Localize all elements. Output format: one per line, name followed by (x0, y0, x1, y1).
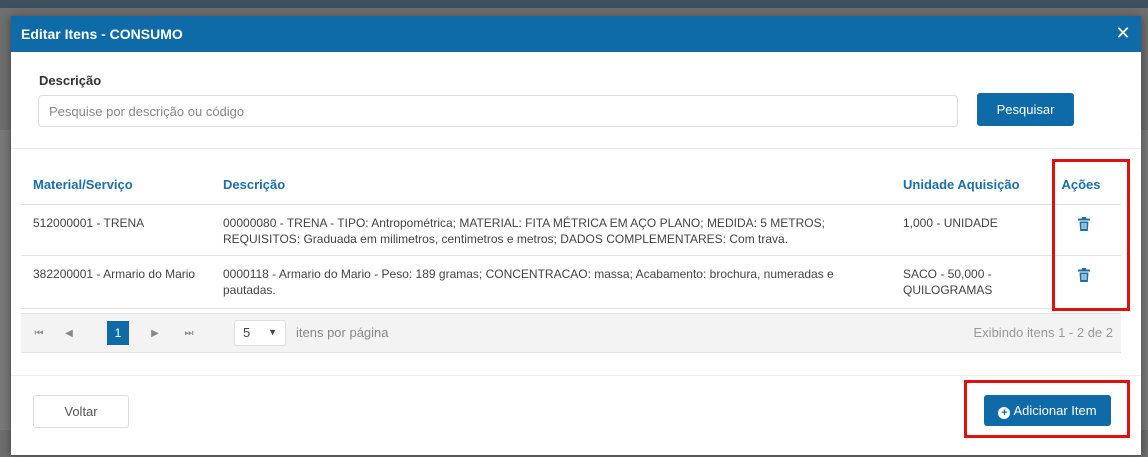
cell-actions (1041, 204, 1121, 256)
table-row: 382200001 - Armario do Mario 0000118 - A… (21, 255, 1121, 309)
prev-page-icon[interactable]: ◀ (59, 324, 79, 344)
background-left-strip (0, 130, 10, 430)
search-button[interactable]: Pesquisar (977, 93, 1074, 126)
modal-title: Editar Itens - CONSUMO (21, 26, 183, 42)
cell-actions (1041, 255, 1121, 309)
divider (11, 375, 1141, 376)
edit-items-modal: Editar Itens - CONSUMO ✕ Descrição Pesqu… (11, 16, 1141, 455)
per-page-label: itens por página (296, 325, 389, 340)
column-header-descricao[interactable]: Descrição (211, 164, 891, 205)
close-icon[interactable]: ✕ (1113, 22, 1133, 44)
cell-descricao: 0000118 - Armario do Mario - Peso: 189 g… (211, 255, 891, 309)
column-header-unidade[interactable]: Unidade Aquisição (891, 164, 1041, 205)
trash-icon[interactable] (1078, 268, 1090, 286)
table-header-row: Material/Serviço Descrição Unidade Aquis… (21, 164, 1121, 205)
background-top-bar (0, 0, 1148, 8)
back-button[interactable]: Voltar (33, 395, 129, 428)
current-page-button[interactable]: 1 (107, 321, 129, 345)
last-page-icon[interactable]: ⏭ (179, 324, 199, 344)
search-label: Descrição (39, 73, 102, 88)
add-item-label: Adicionar Item (1013, 402, 1097, 418)
cell-descricao: 00000080 - TRENA - TIPO: Antropométrica;… (211, 204, 891, 256)
cell-material: 382200001 - Armario do Mario (21, 255, 211, 309)
trash-icon[interactable] (1078, 217, 1090, 235)
cell-unidade: 1,000 - UNIDADE (891, 204, 1041, 256)
divider (11, 148, 1141, 149)
column-header-acoes: Ações (1041, 164, 1121, 205)
modal-header: Editar Itens - CONSUMO ✕ (11, 16, 1141, 52)
cell-unidade: SACO - 50,000 - QUILOGRAMAS (891, 255, 1041, 309)
add-item-button[interactable]: + Adicionar Item (984, 395, 1111, 426)
page-size-value: 5 (243, 325, 251, 340)
page-size-select[interactable]: 5 ▼ (234, 320, 286, 346)
background-right-strip (1140, 130, 1148, 430)
table-row: 512000001 - TRENA 00000080 - TRENA - TIP… (21, 204, 1121, 256)
column-header-material[interactable]: Material/Serviço (21, 164, 211, 205)
cell-material: 512000001 - TRENA (21, 204, 211, 256)
showing-items-label: Exibindo itens 1 - 2 de 2 (973, 325, 1113, 340)
plus-circle-icon: + (998, 406, 1011, 419)
next-page-icon[interactable]: ▶ (145, 324, 165, 344)
first-page-icon[interactable]: ⏮ (29, 324, 49, 344)
search-input[interactable] (38, 95, 958, 127)
pagination-bar: ⏮ ◀ 1 ▶ ⏭ 5 ▼ itens por página Exibindo … (21, 313, 1121, 353)
items-table: Material/Serviço Descrição Unidade Aquis… (21, 164, 1121, 309)
chevron-down-icon: ▼ (268, 327, 277, 337)
